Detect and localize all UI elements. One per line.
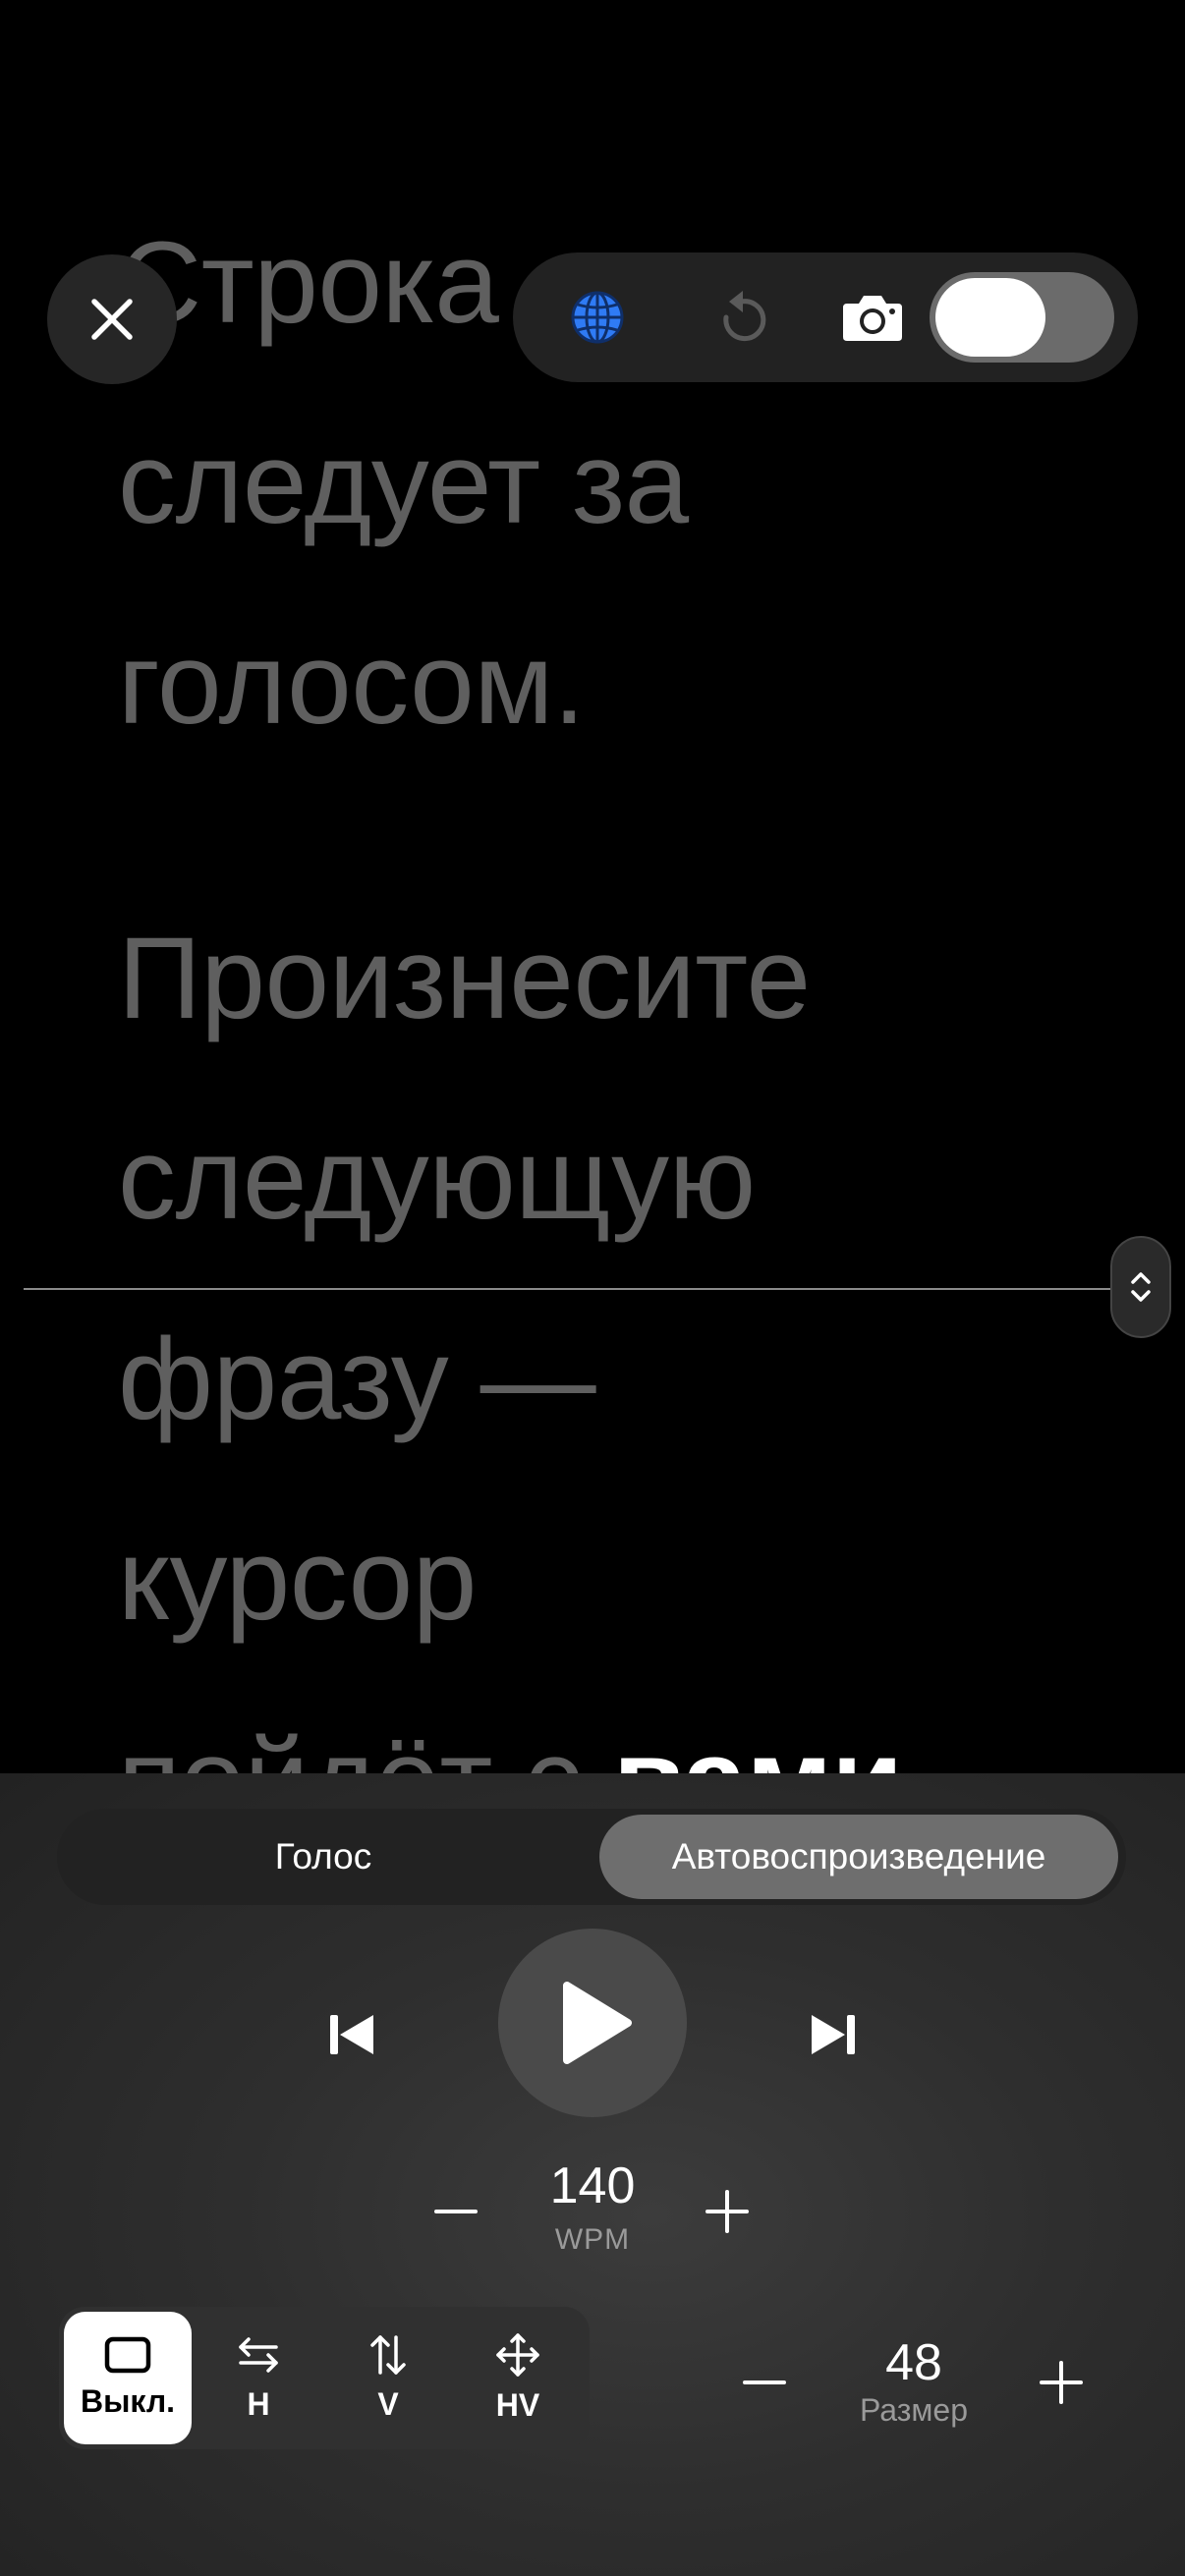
plus-icon <box>705 2190 749 2233</box>
minus-icon <box>434 2210 478 2213</box>
reading-guide-line <box>24 1288 1114 1290</box>
mirror-mode-selector: Выкл. H V HV <box>59 2307 590 2449</box>
camera-icon <box>843 296 902 341</box>
rotate-left-icon <box>723 291 766 342</box>
speed-decrease-button[interactable] <box>426 2182 485 2241</box>
prompter-line: голосом. <box>118 619 586 749</box>
mirror-v-button[interactable]: V <box>324 2312 452 2444</box>
prompter-line: Строка <box>118 218 499 348</box>
next-button[interactable] <box>794 1995 873 2074</box>
plus-icon <box>1040 2361 1083 2404</box>
close-button[interactable] <box>47 254 177 384</box>
camera-button[interactable] <box>831 276 914 359</box>
minus-icon <box>743 2380 786 2384</box>
prompter-line-dim: пойдёт с <box>118 1715 613 1773</box>
size-decrease-button[interactable] <box>735 2353 794 2412</box>
prompter-line-current: пойдёт с вами <box>118 1682 903 1773</box>
language-button[interactable] <box>556 276 639 359</box>
control-panel: Голос Автовоспроизведение 140 WPM Выкл. <box>0 1773 1185 2576</box>
mirror-off-button[interactable]: Выкл. <box>64 2312 192 2444</box>
play-icon <box>563 1982 632 2064</box>
camera-toggle[interactable] <box>930 272 1114 363</box>
arrows-up-down-icon <box>370 2335 406 2375</box>
mirror-h-button[interactable]: H <box>195 2312 322 2444</box>
close-icon <box>91 299 133 340</box>
top-toolbar <box>513 252 1138 382</box>
speed-increase-button[interactable] <box>698 2182 757 2241</box>
size-label: Размер <box>860 2392 968 2428</box>
skip-forward-icon <box>812 2015 855 2054</box>
mirror-hv-button[interactable]: HV <box>454 2312 582 2444</box>
chevron-up-down-icon <box>1131 1272 1151 1302</box>
toggle-knob <box>935 278 1045 357</box>
rectangle-icon <box>104 2336 151 2374</box>
prompter-line: следует за <box>118 419 689 548</box>
mode-segmented-control: Голос Автовоспроизведение <box>57 1809 1126 1905</box>
prompter-line: Произнесите <box>118 914 811 1043</box>
reset-button[interactable] <box>704 276 786 359</box>
mirror-v-label: V <box>377 2386 399 2422</box>
guide-line-handle[interactable] <box>1110 1236 1171 1338</box>
skip-back-icon <box>330 2015 373 2054</box>
mirror-hv-label: HV <box>495 2387 540 2423</box>
globe-icon <box>571 291 624 344</box>
previous-button[interactable] <box>312 1995 391 2074</box>
tab-voice[interactable]: Голос <box>63 1815 584 1899</box>
speed-value: 140 <box>549 2157 636 2214</box>
arrows-move-icon <box>496 2333 539 2377</box>
prompter-current-word: вами <box>613 1715 903 1773</box>
size-increase-button[interactable] <box>1032 2353 1091 2412</box>
mirror-off-label: Выкл. <box>80 2383 176 2419</box>
speed-unit: WPM <box>554 2223 631 2256</box>
size-value: 48 <box>885 2334 942 2391</box>
play-button[interactable] <box>498 1929 687 2117</box>
mirror-h-label: H <box>247 2386 270 2422</box>
prompter-line: курсор <box>118 1515 477 1645</box>
arrows-left-right-icon <box>239 2337 278 2373</box>
tab-autoplay[interactable]: Автовоспроизведение <box>599 1815 1118 1899</box>
prompter-line: фразу — <box>118 1315 596 1444</box>
prompter-line: следующую <box>118 1114 756 1244</box>
